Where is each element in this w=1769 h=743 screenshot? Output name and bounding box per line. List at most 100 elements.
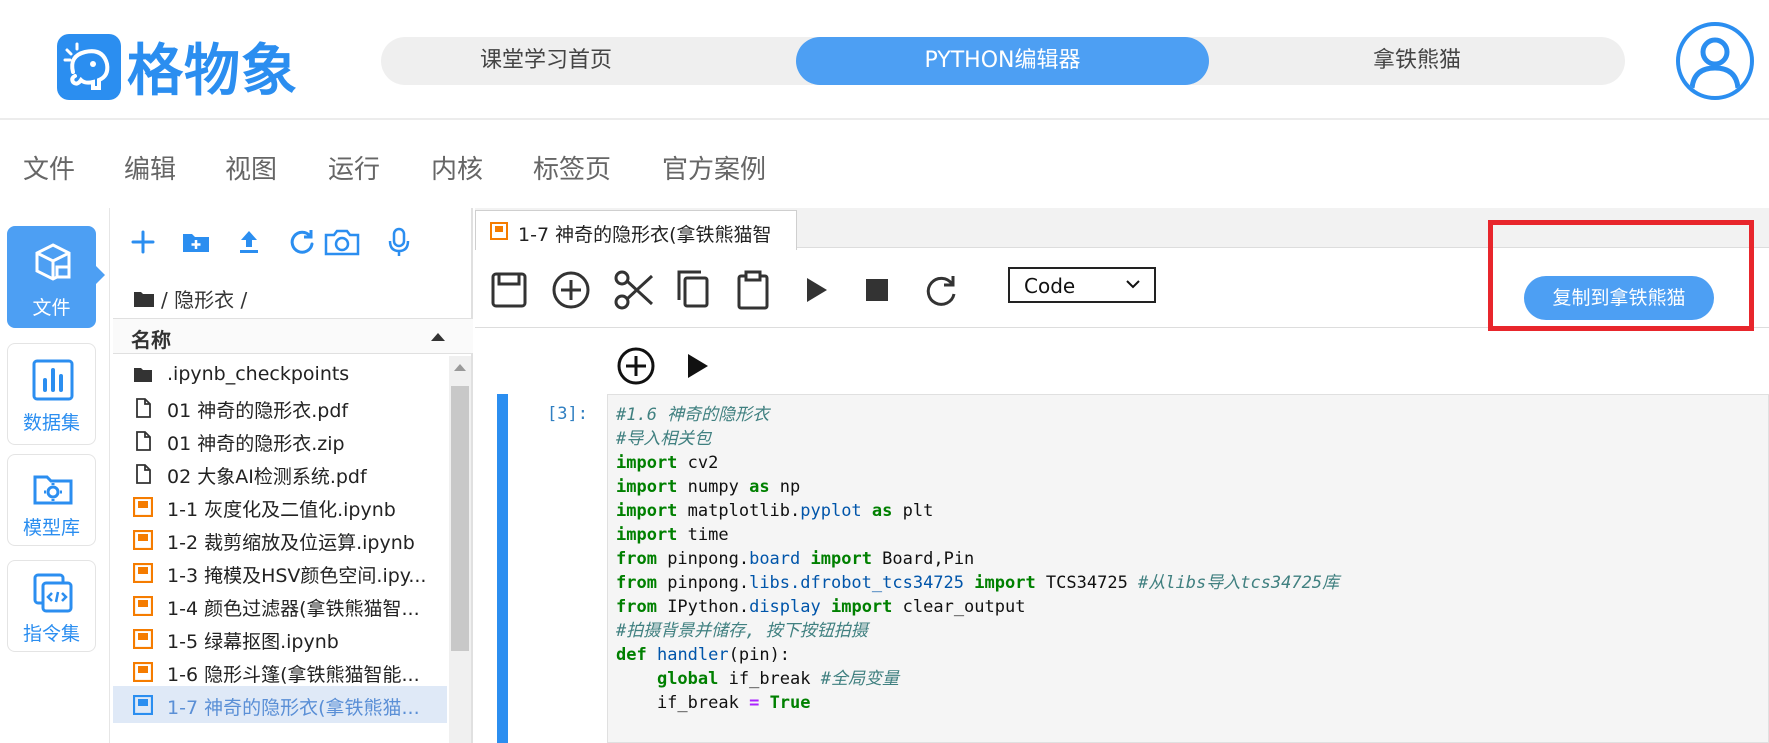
file-name: 02 大象AI检测系统.pdf: [167, 466, 367, 488]
rail-active-indicator: [96, 266, 105, 284]
file-name: .ipynb_checkpoints: [167, 363, 350, 385]
add-cell-icon[interactable]: [549, 268, 593, 312]
file-row[interactable]: 1-2 裁剪缩放及位运算.ipynb: [113, 521, 447, 558]
paste-icon[interactable]: [731, 268, 775, 312]
notebook-icon: [133, 695, 153, 715]
file-list: .ipynb_checkpoints 01 神奇的隐形衣.pdf 01 神奇的隐形衣…: [113, 356, 447, 743]
file-row[interactable]: .ipynb_checkpoints: [113, 356, 447, 393]
nav-latte-panda[interactable]: 拿铁熊猫: [1209, 37, 1625, 85]
rail-models-label: 模型库: [22, 517, 80, 539]
file-list-scrollbar[interactable]: [449, 356, 471, 743]
notebook-icon: [133, 662, 153, 682]
tab-notebook[interactable]: 1-7 神奇的隐形衣(拿铁熊猫智: [475, 210, 797, 250]
file-row[interactable]: 02 大象AI检测系统.pdf: [113, 455, 447, 492]
refresh-icon[interactable]: [286, 226, 318, 258]
menu-official-examples[interactable]: 官方案例: [662, 149, 766, 186]
folder-icon: [134, 368, 152, 382]
nav-classroom-home[interactable]: 课堂学习首页: [381, 37, 711, 85]
menu-edit[interactable]: 编辑: [124, 149, 176, 186]
app-window: 格物象 课堂学习首页 PYTHON编辑器 拿铁熊猫 文件 编辑 视图 运行 内核…: [0, 0, 1769, 743]
rail-files[interactable]: 文件: [7, 226, 96, 328]
file-name: 1-6 隐形斗篷(拿铁熊猫智能...: [167, 664, 420, 686]
top-header: 格物象 课堂学习首页 PYTHON编辑器 拿铁熊猫: [0, 0, 1769, 120]
notebook-icon: [490, 222, 508, 240]
file-row[interactable]: 1-1 灰度化及二值化.ipynb: [113, 488, 447, 525]
menu-file[interactable]: 文件: [23, 149, 75, 186]
save-icon[interactable]: [487, 268, 531, 312]
file-name: 1-4 颜色过滤器(拿铁熊猫智...: [167, 598, 420, 620]
main-nav: 课堂学习首页 PYTHON编辑器 拿铁熊猫: [381, 37, 1625, 85]
elephant-logo-icon: [57, 33, 121, 100]
cut-icon[interactable]: [612, 268, 656, 312]
cell-actions: [475, 340, 1769, 390]
column-name: 名称: [131, 328, 171, 352]
file-name: 1-1 灰度化及二值化.ipynb: [167, 499, 396, 521]
file-name: 01 神奇的隐形衣.pdf: [167, 400, 349, 422]
menu-tabs[interactable]: 标签页: [533, 149, 611, 186]
notebook-editor: 1-7 神奇的隐形衣(拿铁熊猫智 Code 复制到拿铁熊猫 [3]: #1.6 …: [475, 208, 1769, 743]
file-browser: / 隐形衣 / 名称 .ipynb_checkpoints 01 神奇的隐形衣.p…: [113, 208, 473, 743]
upload-icon[interactable]: [233, 226, 265, 258]
file-name: 1-7 神奇的隐形衣(拿铁熊猫...: [167, 697, 420, 719]
rail-instructions-label: 指令集: [22, 623, 80, 645]
cube-icon: [35, 243, 71, 281]
nav-python-editor[interactable]: PYTHON编辑器: [796, 37, 1209, 85]
tab-title: 1-7 神奇的隐形衣(拿铁熊猫智: [518, 224, 772, 246]
brand-name: 格物象: [127, 39, 298, 104]
code-cell[interactable]: [3]: #1.6 神奇的隐形衣 #导入相关包 import cv2 impor…: [475, 394, 1769, 743]
menu-view[interactable]: 视图: [225, 149, 277, 186]
sort-ascending-icon: [431, 333, 445, 341]
scrollbar-thumb[interactable]: [451, 386, 469, 651]
code-pages-icon: [33, 573, 73, 613]
cell-prompt: [3]:: [547, 404, 588, 424]
run-icon[interactable]: [793, 268, 837, 312]
code-content: #1.6 神奇的隐形衣 #导入相关包 import cv2 import num…: [616, 405, 1340, 713]
rail-files-label: 文件: [32, 297, 71, 319]
add-cell-below-icon[interactable]: [616, 346, 656, 386]
stop-icon[interactable]: [855, 268, 899, 312]
left-rail: 文件 数据集 模型库 指令集: [0, 208, 110, 743]
notebook-icon: [133, 563, 153, 583]
file-row[interactable]: 1-7 神奇的隐形衣(拿铁熊猫...: [113, 686, 447, 723]
active-cell-indicator: [497, 394, 508, 743]
microphone-icon[interactable]: [383, 226, 415, 258]
scroll-up-icon[interactable]: [454, 364, 466, 371]
notebook-icon: [133, 596, 153, 616]
cell-type-select[interactable]: Code: [1008, 267, 1156, 303]
menu-kernel[interactable]: 内核: [431, 149, 483, 186]
rail-datasets[interactable]: 数据集: [7, 343, 96, 445]
user-avatar[interactable]: [1676, 22, 1754, 100]
run-cell-icon[interactable]: [678, 348, 714, 384]
file-name: 1-2 裁剪缩放及位运算.ipynb: [167, 532, 415, 554]
notebook-icon: [133, 629, 153, 649]
new-folder-icon[interactable]: [180, 226, 212, 258]
file-name: 1-5 绿幕抠图.ipynb: [167, 631, 339, 653]
rail-models[interactable]: 模型库: [7, 454, 96, 546]
brand-logo[interactable]: 格物象: [57, 26, 298, 107]
notebook-icon: [133, 497, 153, 517]
rail-instructions[interactable]: 指令集: [7, 560, 96, 652]
file-row[interactable]: 01 神奇的隐形衣.pdf: [113, 389, 447, 426]
plus-icon[interactable]: [127, 226, 159, 258]
copy-icon[interactable]: [671, 268, 715, 312]
rail-datasets-label: 数据集: [22, 412, 80, 434]
file-row[interactable]: 1-3 掩模及HSV颜色空间.ipy...: [113, 554, 447, 591]
file-row[interactable]: 1-6 隐形斗篷(拿铁熊猫智能...: [113, 653, 447, 690]
cell-type-value: Code: [1024, 274, 1076, 298]
restart-icon[interactable]: [919, 268, 963, 312]
file-icon: [136, 464, 151, 484]
code-editor[interactable]: #1.6 神奇的隐形衣 #导入相关包 import cv2 import num…: [607, 394, 1769, 743]
highlight-box: [1488, 220, 1754, 331]
breadcrumb-path: / 隐形衣 /: [161, 288, 248, 312]
file-icon: [136, 398, 151, 418]
menu-run[interactable]: 运行: [328, 149, 380, 186]
folder-gear-icon: [33, 475, 73, 505]
menu-bar: 文件 编辑 视图 运行 内核 标签页 官方案例: [0, 122, 1769, 206]
file-row[interactable]: 1-5 绿幕抠图.ipynb: [113, 620, 447, 657]
file-row[interactable]: 01 神奇的隐形衣.zip: [113, 422, 447, 459]
file-name: 01 神奇的隐形衣.zip: [167, 433, 345, 455]
breadcrumb[interactable]: / 隐形衣 /: [133, 284, 247, 313]
file-list-header[interactable]: 名称: [113, 318, 473, 354]
camera-icon[interactable]: [323, 226, 361, 258]
file-row[interactable]: 1-4 颜色过滤器(拿铁熊猫智...: [113, 587, 447, 624]
